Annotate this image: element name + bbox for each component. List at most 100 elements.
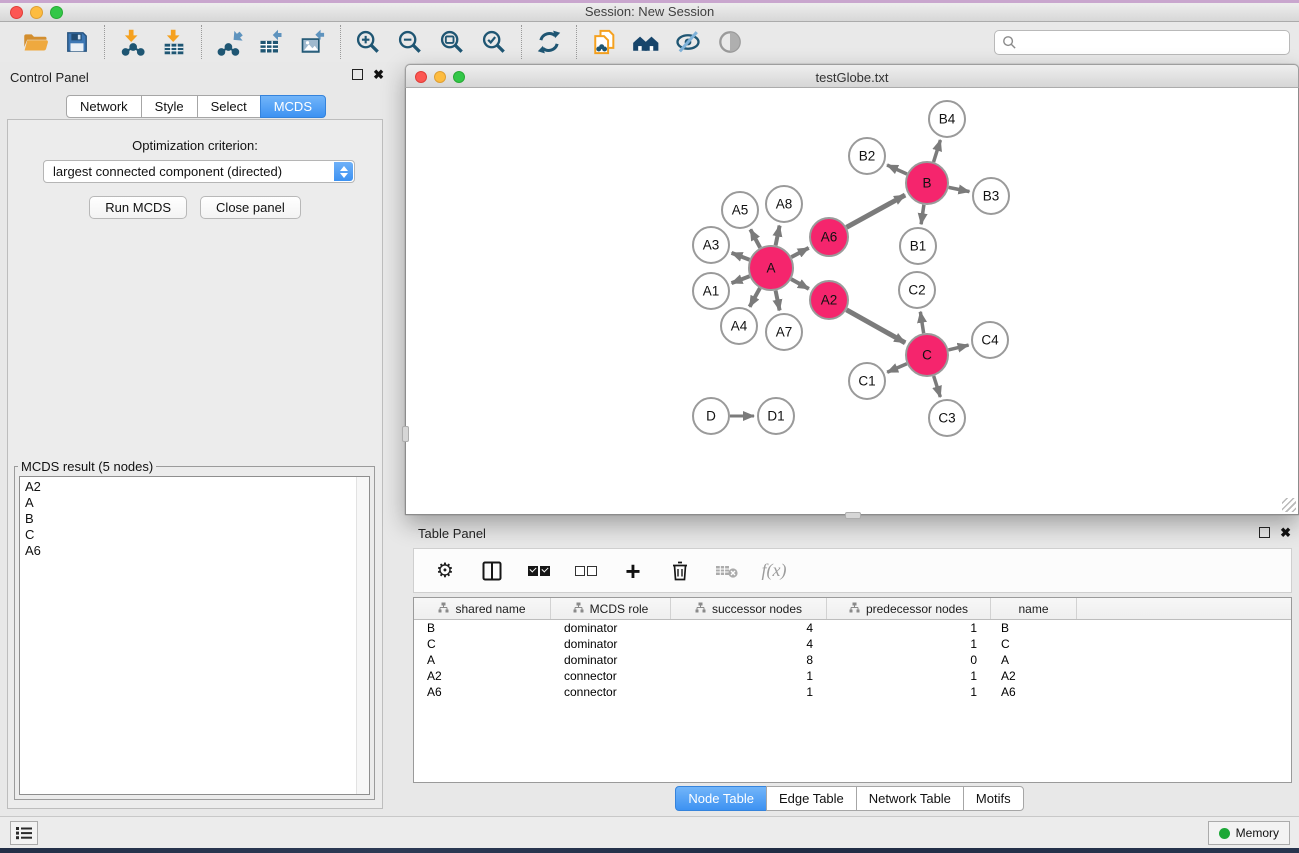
criterion-select[interactable]: largest connected component (directed) <box>43 160 355 183</box>
graph-node-A5[interactable]: A5 <box>722 192 758 228</box>
graph-edge-B-B2[interactable] <box>887 165 907 174</box>
close-panel-icon[interactable]: ✖ <box>373 69 384 80</box>
column-header-shared-name[interactable]: shared name <box>414 598 551 619</box>
column-header-successor-nodes[interactable]: successor nodes <box>671 598 827 619</box>
tab-network-table[interactable]: Network Table <box>856 786 964 811</box>
export-table-icon[interactable] <box>257 28 285 56</box>
table-header-row[interactable]: shared nameMCDS rolesuccessor nodesprede… <box>414 598 1291 620</box>
resize-grip-icon[interactable] <box>1282 498 1296 512</box>
graph-node-A[interactable]: A <box>749 246 793 290</box>
refresh-layout-icon[interactable] <box>535 28 563 56</box>
graph-node-B3[interactable]: B3 <box>973 178 1009 214</box>
graph-node-A1[interactable]: A1 <box>693 273 729 309</box>
graph-edge-A-A5[interactable] <box>750 229 760 247</box>
select-all-rows-icon[interactable] <box>527 559 551 583</box>
column-header-MCDS-role[interactable]: MCDS role <box>551 598 671 619</box>
import-table-icon[interactable] <box>160 28 188 56</box>
graph-edge-C-C2[interactable] <box>920 312 923 334</box>
add-column-icon[interactable]: + <box>621 559 645 583</box>
zoom-in-icon[interactable] <box>354 28 382 56</box>
network-window-titlebar[interactable]: testGlobe.txt <box>405 64 1299 88</box>
duplicate-network-icon[interactable] <box>590 28 618 56</box>
column-header-predecessor-nodes[interactable]: predecessor nodes <box>827 598 991 619</box>
graph-edge-A-A4[interactable] <box>750 288 760 307</box>
save-session-icon[interactable] <box>63 28 91 56</box>
mcds-result-item[interactable]: A2 <box>20 479 369 495</box>
graph-node-C2[interactable]: C2 <box>899 272 935 308</box>
float-panel-icon[interactable] <box>352 69 363 80</box>
graph-edge-C-C3[interactable] <box>934 376 941 397</box>
close-panel-button[interactable]: Close panel <box>200 196 301 219</box>
settings-gear-icon[interactable]: ⚙ <box>433 559 457 583</box>
session-home-icon[interactable] <box>632 28 660 56</box>
splitter-grip[interactable] <box>402 426 409 442</box>
mcds-result-item[interactable]: C <box>20 527 369 543</box>
graph-edge-C-C1[interactable] <box>887 364 907 373</box>
zoom-out-icon[interactable] <box>396 28 424 56</box>
memory-button[interactable]: Memory <box>1208 821 1290 845</box>
graph-edge-A-A8[interactable] <box>776 226 780 246</box>
graph-edge-A-A7[interactable] <box>776 291 780 311</box>
float-panel-icon[interactable] <box>1259 527 1270 538</box>
table-row[interactable]: Adominator80A <box>414 652 1291 668</box>
task-history-button[interactable] <box>10 821 38 845</box>
graph-node-A7[interactable]: A7 <box>766 314 802 350</box>
search-input[interactable] <box>994 30 1290 55</box>
export-network-icon[interactable] <box>215 28 243 56</box>
close-panel-icon[interactable]: ✖ <box>1280 527 1291 538</box>
graph-edge-A-A6[interactable] <box>791 248 808 257</box>
graph-node-B4[interactable]: B4 <box>929 101 965 137</box>
tab-select[interactable]: Select <box>197 95 261 118</box>
tab-style[interactable]: Style <box>141 95 198 118</box>
table-row[interactable]: Bdominator41B <box>414 620 1291 636</box>
scrollbar-track[interactable] <box>356 477 369 794</box>
delete-column-icon[interactable] <box>668 559 692 583</box>
graph-node-C[interactable]: C <box>906 334 948 376</box>
table-row[interactable]: A2connector11A2 <box>414 668 1291 684</box>
mcds-result-item[interactable]: B <box>20 511 369 527</box>
export-image-icon[interactable] <box>299 28 327 56</box>
run-mcds-button[interactable]: Run MCDS <box>89 196 187 219</box>
graph-node-D1[interactable]: D1 <box>758 398 794 434</box>
mcds-result-list[interactable]: A2ABCA6 <box>19 476 370 795</box>
graph-edge-A6-B[interactable] <box>847 195 906 227</box>
tab-mcds[interactable]: MCDS <box>260 95 326 118</box>
graph-node-C3[interactable]: C3 <box>929 400 965 436</box>
mcds-result-item[interactable]: A <box>20 495 369 511</box>
deselect-all-rows-icon[interactable] <box>574 559 598 583</box>
graph-edge-B-B1[interactable] <box>921 205 924 224</box>
graph-edge-A-A2[interactable] <box>791 279 809 289</box>
graph-node-A2[interactable]: A2 <box>810 281 848 319</box>
network-graph[interactable]: B4B2BB3A5A8A6A3B1AA1C2A2A4A7C4CC1C3DD1 <box>406 88 1298 513</box>
graph-edge-C-C4[interactable] <box>948 345 968 350</box>
graph-edge-A-A1[interactable] <box>732 276 750 283</box>
graph-edge-A2-C[interactable] <box>846 310 905 343</box>
open-session-icon[interactable] <box>21 28 49 56</box>
graph-node-D[interactable]: D <box>693 398 729 434</box>
zoom-fit-icon[interactable] <box>438 28 466 56</box>
tab-motifs[interactable]: Motifs <box>963 786 1024 811</box>
graph-node-A6[interactable]: A6 <box>810 218 848 256</box>
graph-edge-B-B3[interactable] <box>949 187 970 191</box>
show-graphics-details-icon[interactable] <box>716 28 744 56</box>
hide-graphics-details-icon[interactable] <box>674 28 702 56</box>
graph-node-C1[interactable]: C1 <box>849 363 885 399</box>
zoom-selected-icon[interactable] <box>480 28 508 56</box>
import-network-icon[interactable] <box>118 28 146 56</box>
graph-node-B2[interactable]: B2 <box>849 138 885 174</box>
tab-node-table[interactable]: Node Table <box>675 786 767 811</box>
tab-network[interactable]: Network <box>66 95 142 118</box>
graph-node-A8[interactable]: A8 <box>766 186 802 222</box>
graph-node-A3[interactable]: A3 <box>693 227 729 263</box>
table-row[interactable]: Cdominator41C <box>414 636 1291 652</box>
toggle-column-view-icon[interactable] <box>480 559 504 583</box>
network-canvas[interactable]: B4B2BB3A5A8A6A3B1AA1C2A2A4A7C4CC1C3DD1 <box>405 88 1299 515</box>
splitter-grip[interactable] <box>845 512 861 519</box>
graph-node-A4[interactable]: A4 <box>721 308 757 344</box>
mcds-result-item[interactable]: A6 <box>20 543 369 559</box>
table-row[interactable]: A6connector11A6 <box>414 684 1291 700</box>
column-header-name[interactable]: name <box>991 598 1077 619</box>
tab-edge-table[interactable]: Edge Table <box>766 786 857 811</box>
graph-node-B1[interactable]: B1 <box>900 228 936 264</box>
graph-node-B[interactable]: B <box>906 162 948 204</box>
